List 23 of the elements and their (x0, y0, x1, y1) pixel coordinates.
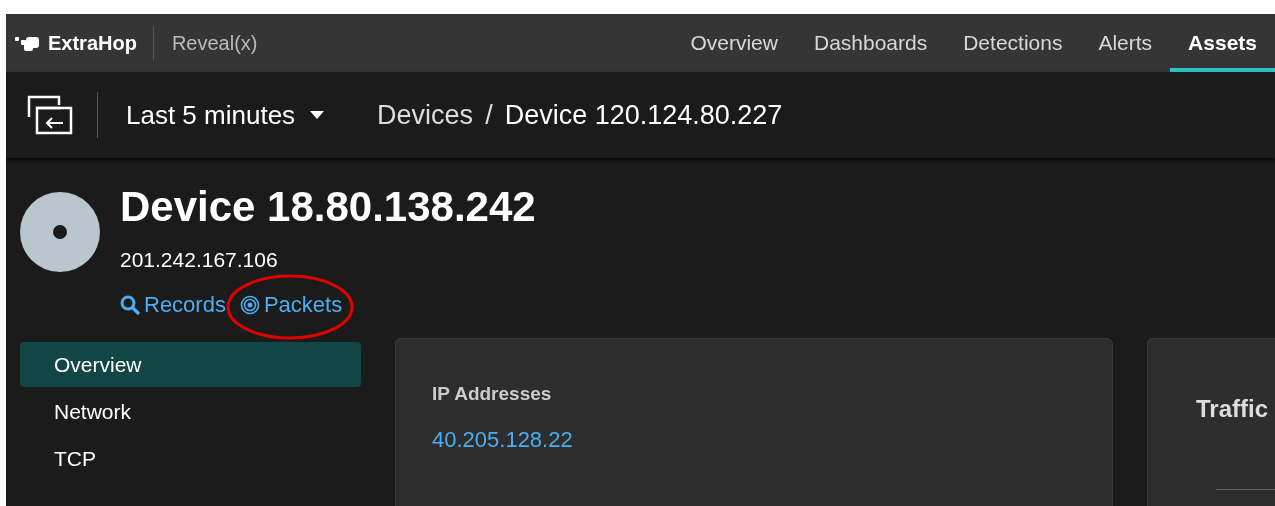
search-icon (120, 295, 140, 315)
caret-icon (309, 110, 326, 120)
nav-tab[interactable]: Detections (945, 14, 1081, 72)
ip-link[interactable]: 40.205.128.22 (432, 427, 573, 453)
breadcrumb-item: Device 120.124.80.227 (504, 99, 783, 131)
nav-tab[interactable]: Overview (672, 14, 796, 72)
sidebar-item[interactable]: TCP (20, 436, 361, 481)
screens-arrow-icon[interactable] (27, 95, 73, 135)
card-title: Traffic (1196, 395, 1270, 423)
device-link[interactable]: Records (120, 292, 226, 318)
nav-tab[interactable]: Dashboards (795, 14, 946, 72)
concentric-circles-icon (239, 295, 260, 315)
brand-name: ExtraHop (48, 31, 137, 55)
sidebar-item[interactable]: Network (20, 389, 361, 434)
sidebar-item[interactable]: Overview (20, 342, 361, 387)
nav-tab[interactable]: Alerts (1080, 14, 1171, 72)
breadcrumb-separator: / (485, 99, 493, 131)
product-name: Reveal(x) (171, 31, 258, 55)
time-range-dropdown[interactable]: Last 5 minutes (126, 99, 326, 131)
device-ip: 201.242.167.106 (120, 248, 279, 272)
breadcrumb-item[interactable]: Devices (377, 99, 474, 131)
device-title: Device 18.80.138.242 (120, 182, 536, 232)
card-title: IP Addresses (432, 383, 553, 405)
